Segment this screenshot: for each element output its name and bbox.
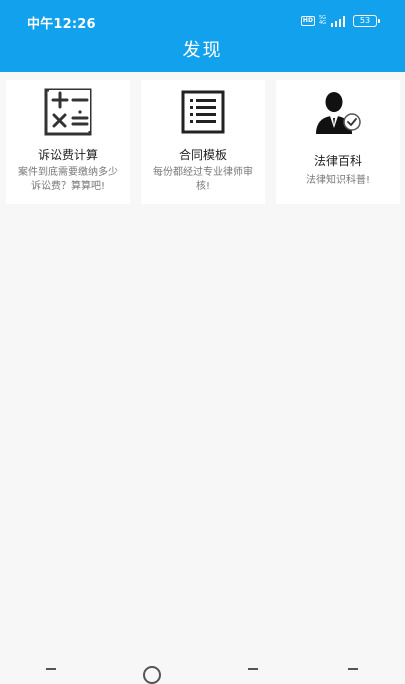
app-header: 中午12:26 HD 5G 4G 53 发现 [0, 0, 405, 72]
card-legal-encyclopedia[interactable]: 法律百科 法律知识科普! [276, 80, 400, 204]
lawyer-icon [276, 86, 400, 138]
card-description: 法律知识科普! [305, 175, 370, 186]
card-contract-templates[interactable]: 合同模板 每份都经过专业律师审核! [141, 80, 265, 204]
network-indicator: 5G 4G [319, 16, 326, 26]
card-description: 案件到底需要缴纳多少诉讼费？算算吧! [18, 167, 118, 192]
signal-icon [331, 15, 345, 27]
hd-badge: HD [300, 16, 315, 26]
status-indicators: HD 5G 4G 53 [300, 14, 380, 28]
card-title: 法律百科 [313, 154, 362, 168]
card-title: 合同模板 [178, 148, 227, 162]
battery-indicator: 53 [353, 15, 380, 27]
card-fee-calculator[interactable]: 诉讼费计算 案件到底需要缴纳多少诉讼费？算算吧! [6, 80, 130, 204]
card-title: 诉讼费计算 [37, 148, 98, 162]
network-label-bottom: 4G [318, 20, 326, 26]
tool-cards: 诉讼费计算 案件到底需要缴纳多少诉讼费？算算吧! 合同模板 每份都经过专业律师审… [6, 80, 400, 204]
calculator-icon [6, 86, 130, 138]
bottom-nav-bar [0, 662, 405, 684]
page-title: 发现 [182, 40, 223, 61]
document-list-icon [141, 86, 265, 138]
card-description: 每份都经过专业律师审核! [153, 167, 253, 192]
status-time: 中午12:26 [27, 17, 96, 32]
nav-home-button[interactable] [143, 666, 161, 684]
